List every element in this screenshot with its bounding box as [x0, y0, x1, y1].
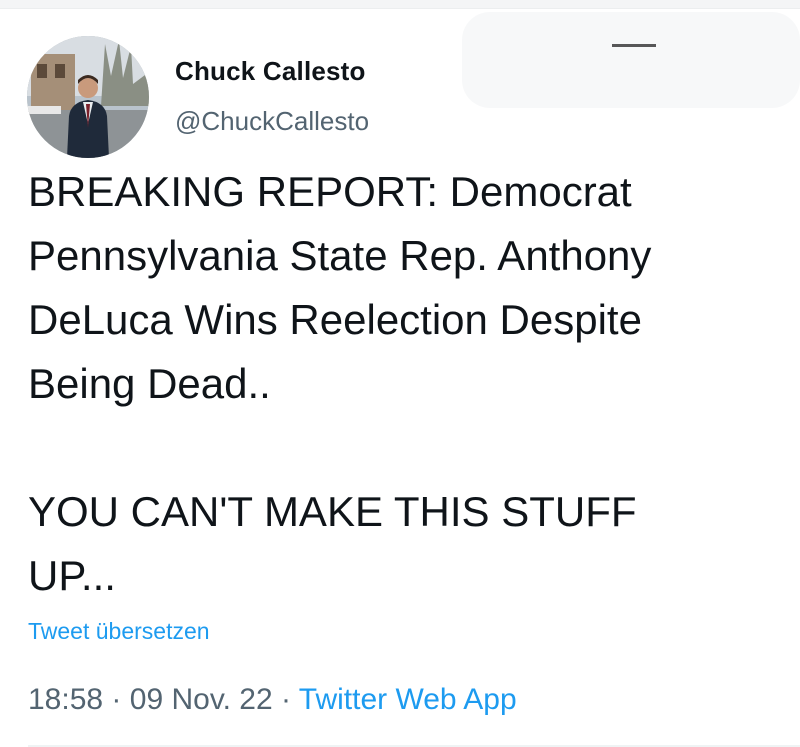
- meta-separator: ·: [280, 683, 291, 716]
- tweet-date[interactable]: 09 Nov. 22: [130, 683, 273, 716]
- tweet-time[interactable]: 18:58: [28, 683, 103, 716]
- profile-photo: [27, 36, 149, 158]
- avatar[interactable]: [27, 36, 149, 158]
- tweet-text: BREAKING REPORT: Democrat Pennsylvania S…: [28, 168, 652, 599]
- meta-separator: ·: [111, 683, 122, 716]
- translate-tweet-link[interactable]: Tweet übersetzen: [28, 618, 210, 645]
- author-display-name[interactable]: Chuck Callesto: [175, 56, 366, 87]
- tweet-metadata: 18:58 · 09 Nov. 22 · Twitter Web App: [28, 683, 517, 717]
- tweet-source-link[interactable]: Twitter Web App: [299, 683, 517, 716]
- author-handle[interactable]: @ChuckCallesto: [175, 106, 369, 137]
- redaction-mark: [612, 44, 656, 47]
- top-divider: [0, 0, 800, 9]
- redacted-area: [462, 12, 800, 108]
